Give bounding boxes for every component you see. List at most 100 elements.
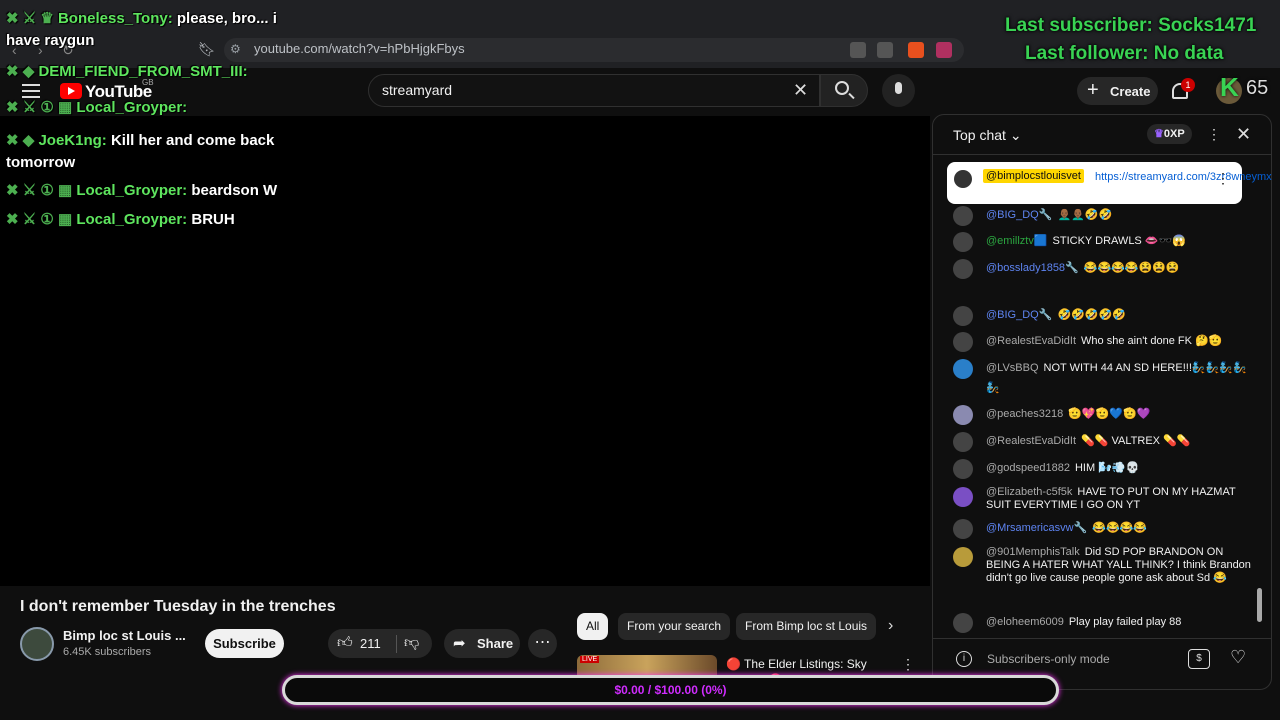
overlay-message: ✖ ◆ JoeK1ng: Kill her and come back tomo… xyxy=(6,130,286,174)
chevron-right-icon[interactable]: › xyxy=(888,617,893,635)
chat-scroll-thumb[interactable] xyxy=(1257,588,1262,622)
brave-shield-icon[interactable] xyxy=(908,42,924,58)
chat-message: @BIG_DQ🔧 🤣🤣🤣🤣🤣 xyxy=(953,305,1253,326)
chat-message: @eloheem6009 Play play failed play 88 xyxy=(953,612,1253,633)
chat-text: 💊💊 VALTREX 💊💊 xyxy=(1081,435,1191,447)
avatar xyxy=(953,432,973,452)
chat-author[interactable]: @901MemphisTalk xyxy=(986,546,1080,558)
voice-search-button[interactable] xyxy=(882,74,915,107)
chat-scrollbar[interactable] xyxy=(1256,158,1263,636)
chat-message: @bosslady1858🔧 😂😂😂😂😫😫😫 xyxy=(953,258,1253,279)
chat-text: 😂😂😂😂 xyxy=(1092,522,1148,534)
more-actions-button[interactable]: ⋯ xyxy=(528,629,557,658)
info-icon[interactable]: i xyxy=(956,651,972,667)
chat-author[interactable]: @BIG_DQ🔧 xyxy=(986,309,1052,321)
like-count[interactable]: 211 xyxy=(360,636,381,651)
chat-text: 😂😂😂😂😫😫😫 xyxy=(1083,262,1180,274)
last-follower: Last follower: No data xyxy=(1025,43,1224,64)
chat-author[interactable]: @BIG_DQ🔧 xyxy=(986,209,1052,221)
stream-stats-overlay: Last subscriber: Socks1471 Last follower… xyxy=(1005,12,1256,68)
avatar xyxy=(953,306,973,326)
overlay-username: Local_Groyper: xyxy=(76,182,188,199)
chat-author[interactable]: @Mrsamericasvw🔧 xyxy=(986,522,1087,534)
recommendation-menu-icon[interactable]: ⋮ xyxy=(901,656,915,673)
search-icon xyxy=(835,81,849,95)
xp-value: 0XP xyxy=(1163,128,1185,140)
chip-all[interactable]: All xyxy=(577,613,609,640)
overlay-username: Boneless_Tony: xyxy=(57,10,173,27)
subscribers-only-label: Subscribers-only mode xyxy=(987,652,1110,666)
clear-search-icon[interactable]: ✕ xyxy=(793,80,808,101)
chat-menu-icon[interactable]: ⋮ xyxy=(1207,126,1221,143)
avatar xyxy=(953,232,973,252)
pinned-menu-icon[interactable]: ⋮ xyxy=(1216,170,1230,187)
chat-author[interactable]: @godspeed1882 xyxy=(986,462,1070,474)
menu-icon[interactable] xyxy=(22,84,40,98)
chat-text: 🤣🤣🤣🤣🤣 xyxy=(1057,309,1126,321)
like-icon[interactable]: 👍︎ xyxy=(337,634,353,652)
chat-mode-dropdown[interactable]: Top chat ⌄ xyxy=(953,127,1022,144)
chat-message: @BIG_DQ🔧 👨🏾‍🦲👨🏾‍🦲🤣🤣 xyxy=(953,205,1253,226)
super-chat-icon[interactable]: $ xyxy=(1188,649,1210,669)
share-icon: ➦ xyxy=(453,635,466,652)
avatar xyxy=(953,519,973,539)
overlay-username: Local_Groyper: xyxy=(76,211,188,228)
chat-message: @Mrsamericasvw🔧 😂😂😂😂 xyxy=(953,518,1253,539)
subscriber-count: 6.45K subscribers xyxy=(63,646,152,658)
video-title: I don't remember Tuesday in the trenches xyxy=(20,598,336,615)
avatar xyxy=(953,613,973,633)
chat-author[interactable]: @Elizabeth-c5f5k xyxy=(986,486,1072,498)
pinned-author-avatar xyxy=(954,170,972,188)
pinned-author: @bimplocstlouisvet xyxy=(983,169,1084,183)
overlay-message: ✖ ◆ DEMI_FIEND_FROM_SMT_III: xyxy=(6,61,286,83)
avatar xyxy=(953,259,973,279)
live-badge: LIVE xyxy=(580,656,600,663)
xp-badge[interactable]: ♛0XP xyxy=(1147,124,1192,144)
overlay-message: ✖ ⚔ ① ▦ Local_Groyper: beardson W xyxy=(6,180,286,202)
overlay-text: beardson W xyxy=(191,182,278,199)
chip-from-search[interactable]: From your search xyxy=(618,613,731,640)
chip-from-channel[interactable]: From Bimp loc st Louis xyxy=(736,613,876,640)
chat-author[interactable]: @peaches3218 xyxy=(986,408,1063,420)
chat-message: @901MemphisTalk Did SD POP BRANDON ON BEI… xyxy=(953,544,1253,585)
overlay-username: Local_Groyper: xyxy=(76,99,188,116)
mic-icon xyxy=(895,82,902,94)
channel-avatar[interactable] xyxy=(20,627,54,661)
dislike-icon[interactable]: 👎︎ xyxy=(404,634,419,652)
overlay-badges: ✖ ⚔ ♛ xyxy=(6,10,58,27)
chat-author[interactable]: @RealestEvaDidIt xyxy=(986,435,1076,447)
avatar xyxy=(953,459,973,479)
donation-goal-text: $0.00 / $100.00 (0%) xyxy=(614,683,727,697)
avatar xyxy=(953,359,973,379)
channel-name[interactable]: Bimp loc st Louis ... xyxy=(63,628,186,643)
subscribe-button[interactable]: Subscribe xyxy=(205,629,284,658)
chat-text: 👨🏾‍🦲👨🏾‍🦲🤣🤣 xyxy=(1057,209,1113,221)
chat-author[interactable]: @eloheem6009 xyxy=(986,616,1064,628)
chat-message: @RealestEvaDidIt 💊💊 VALTREX 💊💊 xyxy=(953,431,1253,452)
search-query[interactable]: streamyard xyxy=(382,82,452,98)
chat-author[interactable]: @emillztv🟦 xyxy=(986,235,1048,247)
overlay-badges: ✖ ⚔ ① ▦ xyxy=(6,182,77,199)
overlay-message: ✖ ⚔ ① ▦ Local_Groyper: xyxy=(6,97,286,119)
rewards-icon[interactable] xyxy=(936,42,952,58)
overlay-badges: ✖ ◆ xyxy=(6,132,39,149)
cast-icon[interactable] xyxy=(850,42,866,58)
chat-text: Play play failed play 88 xyxy=(1068,616,1182,628)
chat-message: @godspeed1882 HIM 🌬️💨💀 xyxy=(953,458,1253,479)
crown-icon: ♛ xyxy=(1154,128,1164,140)
plus-icon: + xyxy=(1087,79,1099,101)
create-label: Create xyxy=(1110,84,1151,99)
avatar xyxy=(953,547,973,567)
search-button[interactable] xyxy=(820,74,868,107)
chat-author[interactable]: @bosslady1858🔧 xyxy=(986,262,1079,274)
overlay-text: BRUH xyxy=(191,211,235,228)
chat-text: Who she ain't done FK 🤔🫡 xyxy=(1081,335,1223,347)
chat-message: @RealestEvaDidIt Who she ain't done FK 🤔🫡 xyxy=(953,331,1253,352)
overlay-message: ✖ ⚔ ① ▦ Local_Groyper: BRUH xyxy=(6,209,286,231)
heart-icon[interactable]: ♡ xyxy=(1230,647,1246,668)
chat-author[interactable]: @RealestEvaDidIt xyxy=(986,335,1076,347)
close-chat-icon[interactable]: ✕ xyxy=(1236,124,1251,145)
share-page-icon[interactable] xyxy=(877,42,893,58)
chat-message: @Elizabeth-c5f5k HAVE TO PUT ON MY HAZMAT… xyxy=(953,484,1253,512)
chat-author[interactable]: @LVsBBQ xyxy=(986,362,1039,374)
